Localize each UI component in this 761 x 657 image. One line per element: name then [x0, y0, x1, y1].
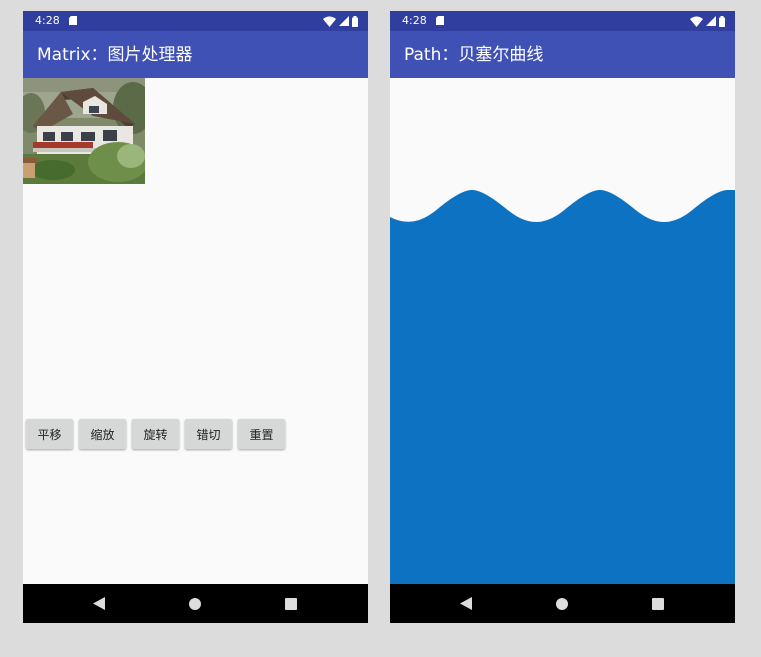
status-bar: 4:28 — [390, 11, 735, 31]
wave-shape — [390, 190, 735, 584]
back-icon — [460, 597, 472, 610]
back-icon — [93, 597, 105, 610]
status-bar: 4:28 — [23, 11, 368, 31]
wifi-icon — [690, 16, 703, 27]
home-button[interactable] — [542, 584, 582, 623]
signal-icon — [706, 16, 716, 26]
back-button[interactable] — [446, 584, 486, 623]
page-title: Path：贝塞尔曲线 — [404, 45, 544, 65]
house-image — [23, 78, 145, 184]
content-area — [390, 78, 735, 584]
matrix-screen: 4:28 Matrix：图片处理器 平移 缩放 旋转 错切 重置 — [23, 11, 368, 623]
wifi-icon — [323, 16, 336, 27]
content-area: 平移 缩放 旋转 错切 重置 — [23, 78, 368, 584]
signal-icon — [339, 16, 349, 26]
sd-card-icon — [436, 16, 444, 25]
status-time: 4:28 — [35, 14, 60, 27]
home-button[interactable] — [175, 584, 215, 623]
battery-icon — [719, 15, 725, 27]
skew-button[interactable]: 错切 — [185, 419, 232, 449]
app-bar: Matrix：图片处理器 — [23, 31, 368, 78]
battery-icon — [352, 15, 358, 27]
bezier-wave — [390, 190, 735, 584]
back-button[interactable] — [79, 584, 119, 623]
home-icon — [189, 597, 201, 610]
status-time: 4:28 — [402, 14, 427, 27]
navigation-bar — [390, 584, 735, 623]
rotate-button[interactable]: 旋转 — [132, 419, 179, 449]
recents-icon — [285, 597, 297, 610]
recents-button[interactable] — [638, 584, 678, 623]
recents-button[interactable] — [271, 584, 311, 623]
recents-icon — [652, 597, 664, 610]
reset-button[interactable]: 重置 — [238, 419, 285, 449]
page-title: Matrix：图片处理器 — [37, 45, 193, 65]
scale-button[interactable]: 缩放 — [79, 419, 126, 449]
home-icon — [556, 597, 568, 610]
sd-card-icon — [69, 16, 77, 25]
translate-button[interactable]: 平移 — [26, 419, 73, 449]
bezier-screen: 4:28 Path：贝塞尔曲线 — [390, 11, 735, 623]
app-bar: Path：贝塞尔曲线 — [390, 31, 735, 78]
navigation-bar — [23, 584, 368, 623]
